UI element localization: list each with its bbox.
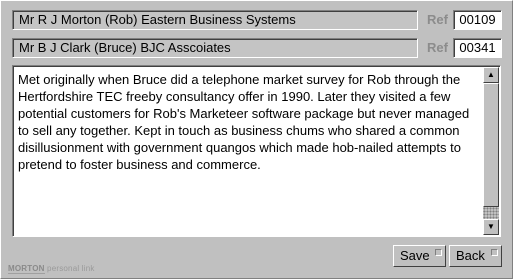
contact-2-ref-field[interactable]: 00341 [453,38,502,58]
notes-textarea[interactable]: Met originally when Bruce did a telephon… [12,65,501,237]
back-button[interactable]: Back [449,245,502,267]
logo-product: personal link [47,264,95,273]
logo-brand: MORTON [8,264,45,274]
down-arrow-icon[interactable]: ▼ [483,219,499,235]
save-button[interactable]: Save [393,245,446,267]
up-arrow-icon[interactable]: ▲ [483,67,499,83]
contact-2-name-field[interactable]: Mr B J Clark (Bruce) BJC Asscoiates [12,38,418,58]
scrollbar-thumb[interactable] [483,83,499,207]
button-corner-mark-icon [491,249,498,256]
contact-1-ref-label: Ref [427,12,448,27]
notes-scrollbar[interactable]: ▲ ▼ [483,67,499,235]
app-logo: MORTON personal link [8,264,95,274]
contact-link-window: Mr R J Morton (Rob) Eastern Business Sys… [0,0,513,279]
button-corner-mark-icon [435,249,442,256]
notes-text[interactable]: Met originally when Bruce did a telephon… [18,71,480,173]
back-button-label: Back [456,248,485,263]
scrollbar-track-pattern [483,207,499,219]
contact-1-name-field[interactable]: Mr R J Morton (Rob) Eastern Business Sys… [12,10,418,30]
save-button-label: Save [400,248,430,263]
contact-1-ref-field[interactable]: 00109 [453,10,502,30]
scrollbar-track[interactable] [483,83,499,219]
contact-2-ref-label: Ref [427,40,448,55]
